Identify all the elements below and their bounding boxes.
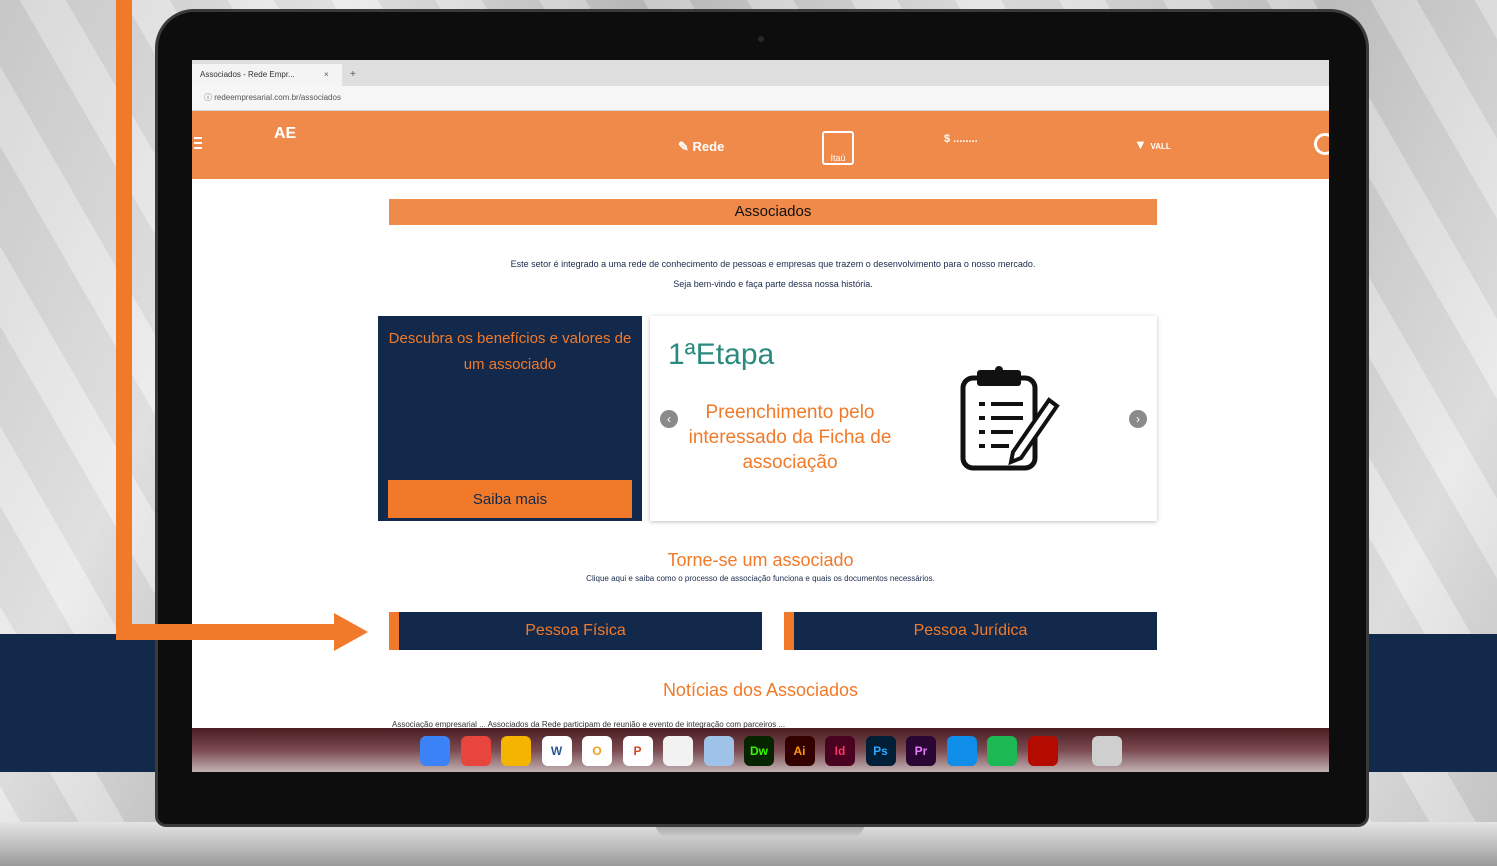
itau-logo-icon[interactable]: Itaú [822,131,854,165]
clipboard-icon [960,366,1060,471]
camera-icon [758,36,764,42]
url-text[interactable]: ⓘ redeempresarial.com.br/associados [204,86,341,110]
intro-text: Este setor é integrado a uma rede de con… [392,254,1154,294]
address-bar[interactable]: ⓘ redeempresarial.com.br/associados [192,86,1329,111]
dreamweaver-icon[interactable]: Dw [744,736,774,766]
new-tab-button[interactable]: + [350,64,356,86]
highlight-line-vertical [116,0,132,640]
teamviewer-icon[interactable] [946,736,977,766]
site-navbar: AE ✎ Rede Itaú $ ........ ▼ VALL [192,111,1329,179]
partner-label: Rede [692,139,725,154]
section-title-bar: Associados [389,199,1157,225]
partner-rede[interactable]: ✎ Rede [678,139,724,155]
vall-logo-icon: ▼ [1134,137,1147,152]
learn-more-button[interactable]: Saiba mais [388,480,632,518]
browser-tab[interactable]: Associados - Rede Empr... [192,64,342,86]
step-description: Preenchimento pelo interessado da Ficha … [688,402,892,473]
powerpoint-icon[interactable]: P [622,736,653,766]
intro-line-1: Este setor é integrado a uma rede de con… [510,259,1036,269]
partner-santander[interactable]: $ ........ [944,133,978,145]
acrobat-icon[interactable] [1027,736,1058,766]
browser-tab-bar: Associados - Rede Empr... × + [192,60,1329,86]
partner-vall[interactable]: ▼ VALL [1134,137,1171,152]
intro-line-2: Seja bem-vindo e faça parte dessa nossa … [673,279,873,289]
mac-dock: W O P Dw Ai Id Ps Pr [192,728,1329,772]
office-icon[interactable]: O [582,736,612,766]
tab-close-icon[interactable]: × [324,64,329,86]
laptop-hinge-notch [655,822,865,838]
photoshop-icon[interactable]: Ps [865,736,896,766]
rede-logo-icon: ✎ [678,139,689,154]
partner-cut-logo-icon[interactable] [1314,133,1329,155]
individual-person-button[interactable]: Pessoa Física [389,612,762,650]
site-logo[interactable]: AE [274,125,296,143]
join-title: Torne-se um associado [667,550,854,570]
preview-icon[interactable] [703,736,734,766]
partner-label: VALL [1150,142,1171,151]
santander-logo-icon: $ ........ [944,133,978,145]
premiere-icon[interactable]: Pr [906,736,936,766]
step-title: 1ªEtapa [668,338,775,371]
illustrator-icon[interactable]: Ai [784,736,815,766]
partner-label: Itaú [830,153,846,163]
benefits-card-text: Descubra os benefícios e valores de um a… [388,330,632,373]
indesign-icon[interactable]: Id [825,736,855,766]
highlight-line-horizontal [116,624,346,640]
carousel-slide: 1ªEtapa ‹ Preenchimento pelo interessado… [650,316,1157,521]
calendar-icon[interactable] [663,736,693,766]
word-icon[interactable]: W [541,736,572,766]
laptop-screen: Associados - Rede Empr... × + ⓘ redeempr… [192,60,1329,772]
cyberduck-icon[interactable] [501,736,531,766]
chrome-icon[interactable] [460,736,491,766]
legal-entity-button[interactable]: Pessoa Jurídica [784,612,1157,650]
benefits-card: Descubra os benefícios e valores de um a… [378,316,642,521]
trash-icon[interactable] [1092,736,1122,766]
arrow-icon [334,613,368,651]
carousel-next-icon[interactable]: › [1129,410,1147,428]
finder-icon[interactable] [420,736,450,766]
hamburger-menu-icon[interactable] [194,137,202,151]
news-title: Notícias dos Associados [662,680,859,700]
spotify-icon[interactable] [987,736,1017,766]
join-subtitle[interactable]: Clique aqui e saiba como o processo de a… [192,574,1329,583]
